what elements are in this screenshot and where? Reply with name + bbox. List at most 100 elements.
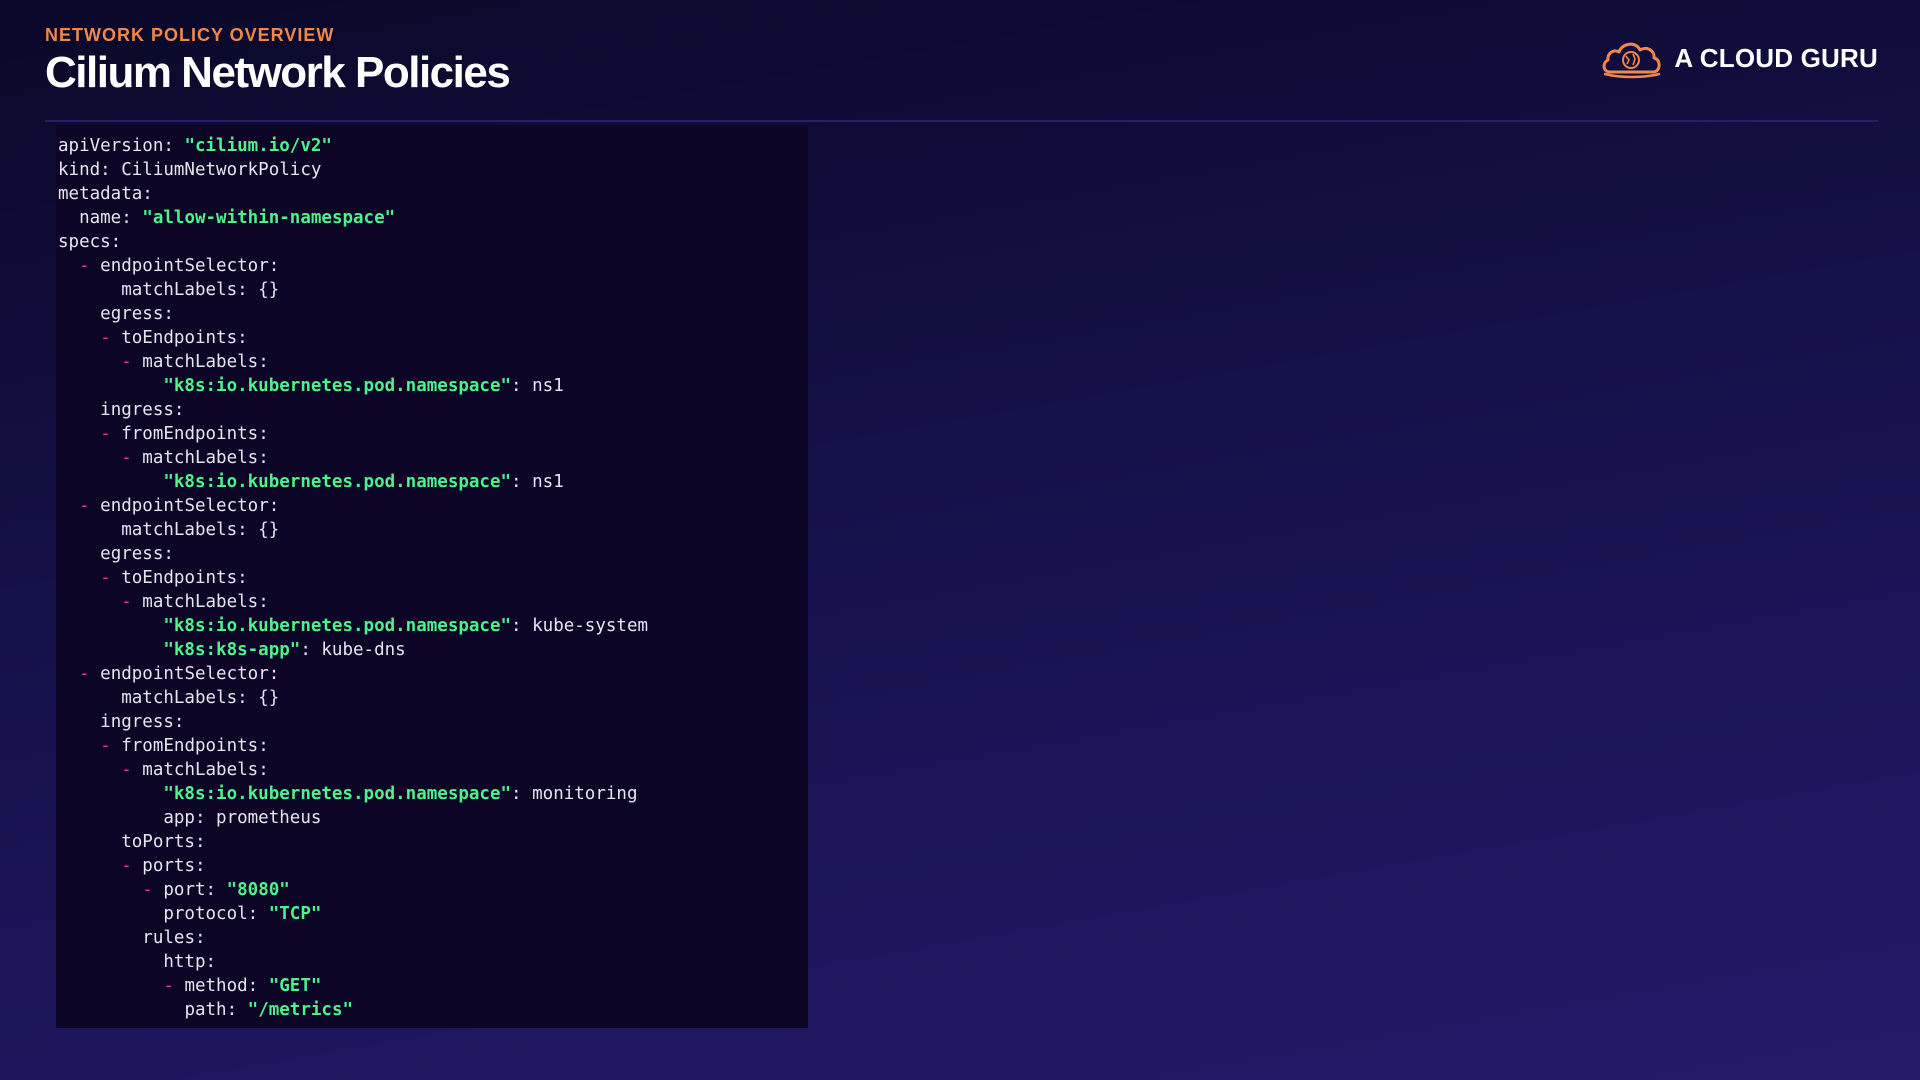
- code-text: kind: CiliumNetworkPolicy: [58, 160, 322, 180]
- code-line: "k8s:io.kubernetes.pod.namespace": ns1: [58, 374, 808, 398]
- code-after: : ns1: [511, 376, 564, 396]
- code-line: "k8s:io.kubernetes.pod.namespace": monit…: [58, 782, 808, 806]
- slide-header: NETWORK POLICY OVERVIEW Cilium Network P…: [45, 24, 511, 98]
- code-line: - port: "8080": [58, 878, 808, 902]
- code-text: protocol:: [163, 904, 269, 924]
- code-text: http:: [163, 952, 217, 972]
- code-line: - method: "GET": [58, 974, 808, 998]
- code-after: : ns1: [511, 472, 564, 492]
- code-text: matchLabels:: [142, 592, 269, 612]
- code-text: matchLabels:: [142, 352, 269, 372]
- code-text: egress:: [100, 304, 174, 324]
- code-dash: -: [121, 592, 143, 612]
- code-line: - toEndpoints:: [58, 326, 808, 350]
- code-line: ingress:: [58, 710, 808, 734]
- code-line: - matchLabels:: [58, 758, 808, 782]
- page-title: Cilium Network Policies: [45, 48, 511, 97]
- code-text: matchLabels:: [142, 760, 269, 780]
- code-text: apiVersion:: [58, 136, 185, 156]
- code-line: - matchLabels:: [58, 446, 808, 470]
- code-dash: -: [100, 736, 122, 756]
- code-text: endpointSelector:: [100, 496, 280, 516]
- brand-logo: A CLOUD GURU: [1600, 36, 1878, 80]
- code-text: toPorts:: [121, 832, 206, 852]
- code-str: "k8s:io.kubernetes.pod.namespace": [163, 784, 512, 804]
- code-text: rules:: [142, 928, 206, 948]
- code-dash: -: [79, 496, 101, 516]
- code-line: specs:: [58, 230, 808, 254]
- code-line: http:: [58, 950, 808, 974]
- code-line: matchLabels: {}: [58, 278, 808, 302]
- code-line: - toEndpoints:: [58, 566, 808, 590]
- code-line: - fromEndpoints:: [58, 422, 808, 446]
- header-divider: [45, 120, 1878, 122]
- code-str: "k8s:io.kubernetes.pod.namespace": [163, 376, 512, 396]
- code-line: name: "allow-within-namespace": [58, 206, 808, 230]
- cloud-logo-icon: [1602, 42, 1661, 79]
- code-line: egress:: [58, 542, 808, 566]
- code-after: : monitoring: [511, 784, 638, 804]
- code-text: egress:: [100, 544, 174, 564]
- code-text: matchLabels: {}: [121, 688, 280, 708]
- code-str: "8080": [226, 880, 290, 900]
- code-text: matchLabels:: [142, 448, 269, 468]
- code-line: protocol: "TCP": [58, 902, 808, 926]
- code-text: ingress:: [100, 400, 185, 420]
- code-line: - endpointSelector:: [58, 254, 808, 278]
- code-line: apiVersion: "cilium.io/v2": [58, 134, 808, 158]
- code-text: matchLabels: {}: [121, 520, 280, 540]
- code-after: : kube-dns: [300, 640, 406, 660]
- code-line: path: "/metrics": [58, 998, 808, 1022]
- code-dash: -: [142, 880, 164, 900]
- code-text: toEndpoints:: [121, 328, 248, 348]
- code-line: kind: CiliumNetworkPolicy: [58, 158, 808, 182]
- code-text: toEndpoints:: [121, 568, 248, 588]
- code-line: egress:: [58, 302, 808, 326]
- code-line: app: prometheus: [58, 806, 808, 830]
- code-line: rules:: [58, 926, 808, 950]
- section-eyebrow: NETWORK POLICY OVERVIEW: [45, 25, 335, 45]
- code-text: fromEndpoints:: [121, 424, 269, 444]
- code-text: endpointSelector:: [100, 256, 280, 276]
- code-str: "k8s:k8s-app": [163, 640, 301, 660]
- code-text: port:: [163, 880, 227, 900]
- code-dash: -: [121, 448, 143, 468]
- code-dash: -: [121, 352, 143, 372]
- code-line: "k8s:io.kubernetes.pod.namespace": ns1: [58, 470, 808, 494]
- code-text: method:: [184, 976, 269, 996]
- code-text: ingress:: [100, 712, 185, 732]
- code-str: "cilium.io/v2": [184, 136, 332, 156]
- code-str: "allow-within-namespace": [142, 208, 396, 228]
- brand-name: A CLOUD GURU: [1674, 42, 1878, 73]
- code-line: matchLabels: {}: [58, 518, 808, 542]
- code-str: "TCP": [268, 904, 322, 924]
- code-text: ports:: [142, 856, 206, 876]
- code-line: "k8s:io.kubernetes.pod.namespace": kube-…: [58, 614, 808, 638]
- code-dash: -: [100, 424, 122, 444]
